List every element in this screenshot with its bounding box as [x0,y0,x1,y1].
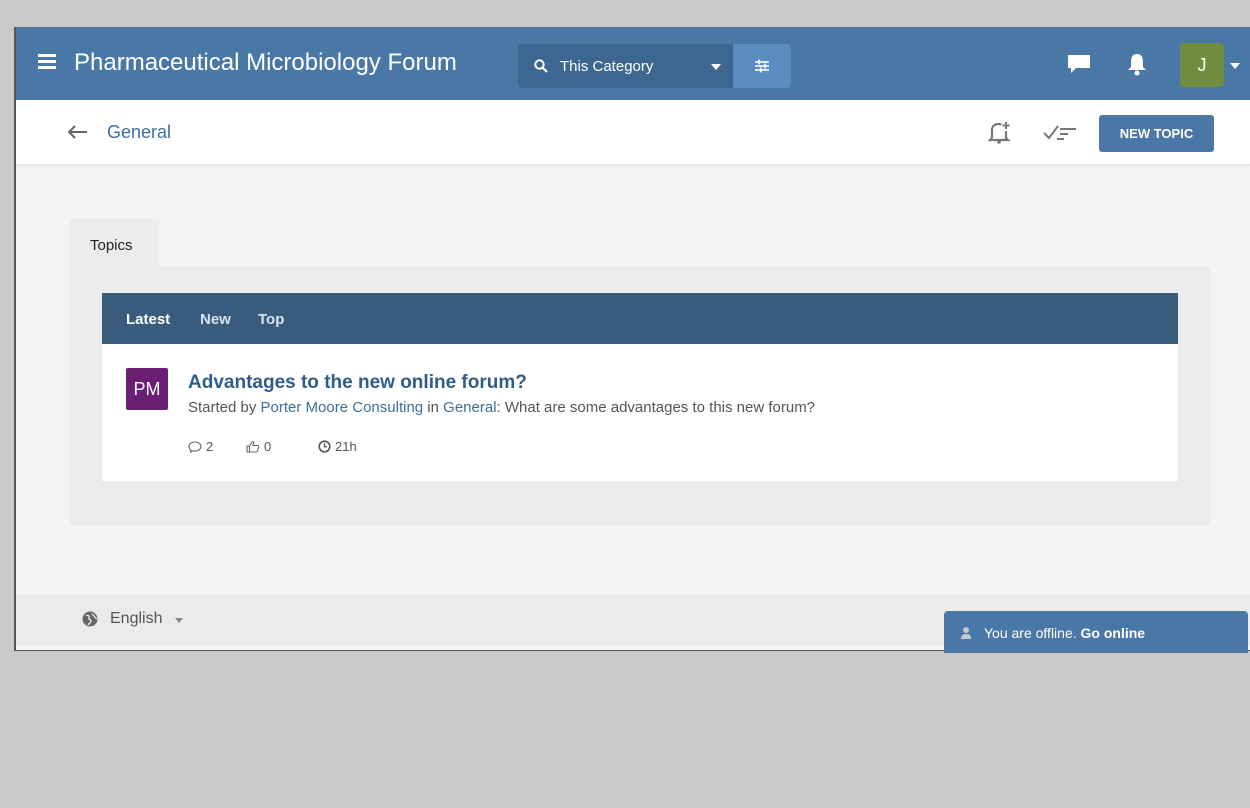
topics-panel: Latest New Top PM Advantages to the new … [70,267,1210,525]
reply-count-value: 2 [206,439,214,454]
new-topic-button[interactable]: NEW TOPIC [1099,115,1214,152]
author-link[interactable]: Porter Moore Consulting [261,399,424,416]
tab-latest[interactable]: Latest [126,311,170,328]
chevron-down-icon[interactable] [175,618,183,623]
language-selector[interactable]: English [110,610,162,628]
chat-icon[interactable] [1066,53,1092,75]
started-by-label: Started by [188,399,257,416]
top-bar: Pharmaceutical Microbiology Forum This C… [16,27,1250,100]
topic-list-card: Latest New Top PM Advantages to the new … [102,293,1178,481]
clock-icon [318,440,331,453]
avatar[interactable]: PM [126,368,168,410]
back-arrow-icon[interactable] [66,124,88,140]
topic-age-value: 21h [335,439,357,454]
search-icon [534,59,548,73]
user-status-icon [961,627,971,639]
forum-title[interactable]: Pharmaceutical Microbiology Forum [74,49,457,77]
tab-new[interactable]: New [200,311,231,328]
globe-icon [82,611,98,627]
offline-message: You are offline. Go online [984,625,1145,641]
chevron-down-icon [711,64,721,70]
offline-status-bar: You are offline. Go online [944,611,1248,653]
topic-age: 21h [318,439,357,454]
topic-excerpt: : What are some advantages to this new f… [496,399,816,416]
search-scope-label: This Category [560,58,654,75]
like-count-value: 0 [264,439,272,454]
offline-text: You are offline. [984,625,1077,641]
go-online-link[interactable]: Go online [1081,625,1146,641]
breadcrumb[interactable]: General [107,122,171,143]
tab-topics[interactable]: Topics [70,219,159,268]
category-link[interactable]: General [443,399,496,416]
search-scope-dropdown[interactable]: This Category [518,44,733,88]
chevron-down-icon[interactable] [1230,63,1240,69]
menu-icon[interactable] [38,54,56,69]
topic-title[interactable]: Advantages to the new online forum? [188,372,527,394]
topic-list-nav: Latest New Top [102,293,1178,344]
topic-meta: Started by Porter Moore Consulting in Ge… [188,399,815,416]
in-label: in [427,399,439,416]
tab-top[interactable]: Top [258,311,284,328]
user-avatar[interactable]: J [1180,43,1224,87]
like-count: 0 [246,439,271,454]
bell-icon[interactable] [1126,51,1148,77]
category-bar: General NEW TOPIC [16,100,1250,164]
comment-icon [188,440,202,453]
thumbs-up-icon [246,440,260,453]
search-filter-button[interactable] [733,44,791,88]
forum-window: Pharmaceutical Microbiology Forum This C… [14,27,1250,651]
mark-read-icon[interactable] [1042,122,1078,142]
filter-icon [755,59,769,73]
follow-category-icon[interactable] [988,120,1012,144]
reply-count: 2 [188,439,213,454]
